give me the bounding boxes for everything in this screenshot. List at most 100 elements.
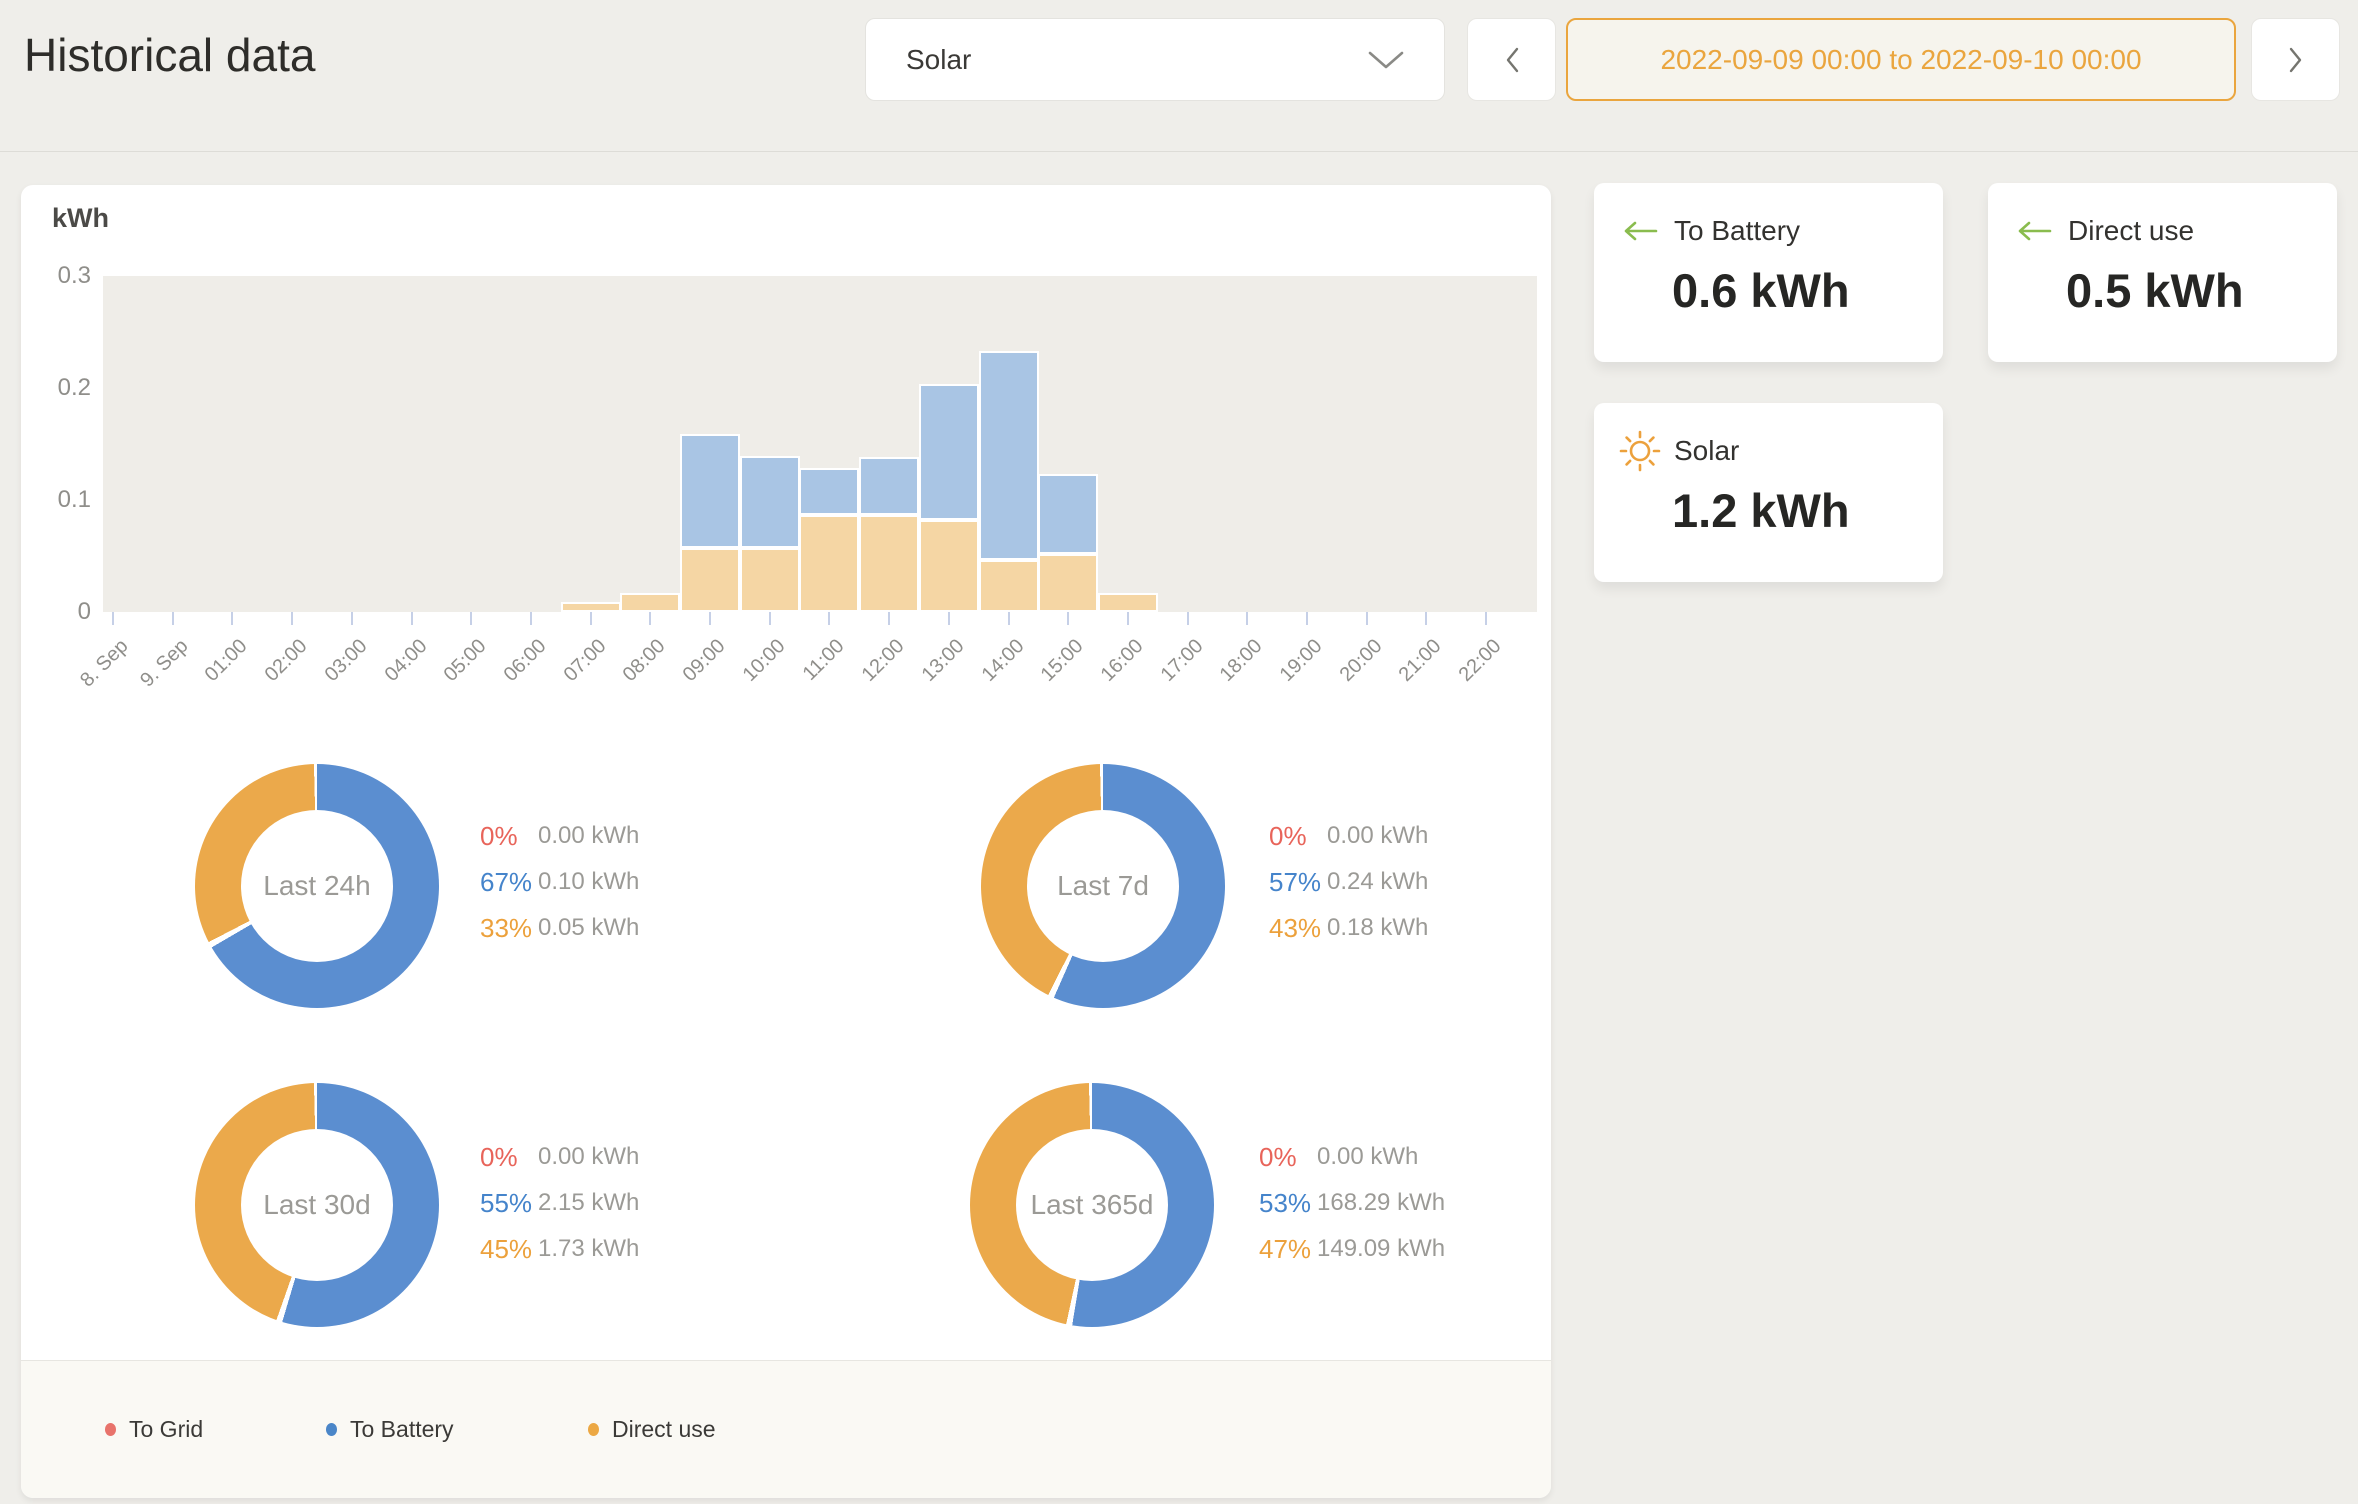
- donut-stats-last-24h: 0%0.00 kWh67%0.10 kWh33%0.05 kWh: [480, 813, 639, 951]
- bar-segment-direct-use: [620, 593, 680, 612]
- stat-row-to-battery: 57%0.24 kWh: [1269, 859, 1428, 905]
- prev-range-button[interactable]: [1467, 18, 1556, 101]
- stat-percent: 67%: [480, 867, 538, 898]
- donut-chart-last-30d: Last 30d: [195, 1083, 439, 1327]
- legend-label: Direct use: [612, 1416, 716, 1443]
- bar-segment-to-battery: [859, 457, 919, 515]
- stat-row-direct-use: 43%0.18 kWh: [1269, 905, 1428, 951]
- stat-percent: 57%: [1269, 867, 1327, 898]
- bar-segment-to-battery: [680, 434, 740, 548]
- summary-card-solar: Solar 1.2 kWh: [1594, 403, 1943, 582]
- stat-value: 0.18 kWh: [1327, 914, 1428, 942]
- x-tick: [291, 612, 293, 625]
- stat-percent: 43%: [1269, 913, 1327, 944]
- next-range-button[interactable]: [2251, 18, 2340, 101]
- stat-percent: 33%: [480, 913, 538, 944]
- bar-16:00: [1098, 593, 1158, 612]
- chevron-down-icon: [1368, 51, 1404, 69]
- x-tick: [470, 612, 472, 625]
- x-tick: [231, 612, 233, 625]
- x-tick: [590, 612, 592, 625]
- stat-value: 0.05 kWh: [538, 914, 639, 942]
- card-value: 0.5 kWh: [2066, 263, 2244, 318]
- legend-item-to-battery[interactable]: To Battery: [326, 1361, 454, 1498]
- y-axis-unit: kWh: [52, 203, 109, 234]
- arrow-left-icon: [1622, 220, 1658, 242]
- bar-segment-direct-use: [859, 515, 919, 612]
- bar-12:00: [859, 457, 919, 612]
- stat-value: 0.00 kWh: [538, 822, 639, 850]
- legend-item-direct-use[interactable]: Direct use: [588, 1361, 716, 1498]
- stat-percent: 0%: [1259, 1142, 1317, 1173]
- x-tick: [769, 612, 771, 625]
- bar-segment-direct-use: [799, 515, 859, 612]
- stat-value: 0.00 kWh: [1317, 1143, 1418, 1171]
- x-tick: [1008, 612, 1010, 625]
- chevron-right-icon: [2289, 47, 2303, 73]
- arrow-left-icon: [2016, 220, 2052, 242]
- x-tick: [1306, 612, 1308, 625]
- bar-segment-to-battery: [1038, 474, 1098, 554]
- summary-card-to-battery: To Battery0.6 kWh: [1594, 183, 1943, 362]
- legend-label: To Grid: [129, 1416, 203, 1443]
- x-tick: [1067, 612, 1069, 625]
- legend-item-to-grid[interactable]: To Grid: [105, 1361, 203, 1498]
- donut-stats-last-365d: 0%0.00 kWh53%168.29 kWh47%149.09 kWh: [1259, 1134, 1445, 1272]
- stat-row-to-grid: 0%0.00 kWh: [1259, 1134, 1445, 1180]
- bar-segment-direct-use: [979, 560, 1039, 612]
- summary-card-direct-use: Direct use0.5 kWh: [1988, 183, 2337, 362]
- stat-value: 0.24 kWh: [1327, 868, 1428, 896]
- y-tick-label: 0.3: [29, 262, 91, 290]
- x-tick: [709, 612, 711, 625]
- legend-dot: [588, 1423, 599, 1436]
- x-tick: [1246, 612, 1248, 625]
- sun-icon: [1618, 429, 1662, 473]
- bar-09:00: [680, 434, 740, 612]
- bar-13:00: [919, 384, 979, 612]
- stat-percent: 55%: [480, 1188, 538, 1219]
- stat-percent: 53%: [1259, 1188, 1317, 1219]
- legend-label: To Battery: [350, 1416, 454, 1443]
- card-label: Solar: [1674, 435, 1739, 467]
- x-tick: [888, 612, 890, 625]
- bar-15:00: [1038, 474, 1098, 612]
- legend-dot: [326, 1423, 337, 1436]
- donut-stats-last-30d: 0%0.00 kWh55%2.15 kWh45%1.73 kWh: [480, 1134, 639, 1272]
- bar-segment-direct-use: [1098, 593, 1158, 612]
- chart-legend: To Grid To Battery Direct use: [21, 1360, 1551, 1498]
- x-tick: [172, 612, 174, 625]
- chart-panel: kWh 00.10.20.3 8. Sep9. Sep01:0002:0003:…: [21, 185, 1551, 1498]
- stat-value: 0.00 kWh: [538, 1143, 639, 1171]
- bar-07:00: [561, 602, 621, 612]
- donut-chart-last-24h: Last 24h: [195, 764, 439, 1008]
- y-tick-label: 0: [29, 598, 91, 626]
- donut-center-label: Last 365d: [970, 1083, 1214, 1327]
- bar-11:00: [799, 468, 859, 612]
- stat-value: 0.10 kWh: [538, 868, 639, 896]
- top-bar: Historical data Solar 2022-09-09 00:00 t…: [0, 0, 2358, 152]
- bar-segment-direct-use: [1038, 554, 1098, 612]
- x-tick: [1127, 612, 1129, 625]
- bar-segment-to-battery: [919, 384, 979, 520]
- card-value: 1.2 kWh: [1672, 483, 1850, 538]
- bar-segment-to-battery: [740, 456, 800, 548]
- bar-segment-to-battery: [799, 468, 859, 515]
- metric-select-value: Solar: [906, 44, 971, 76]
- y-tick-label: 0.2: [29, 374, 91, 402]
- stat-row-to-grid: 0%0.00 kWh: [1269, 813, 1428, 859]
- stat-percent: 0%: [480, 1142, 538, 1173]
- donut-stats-last-7d: 0%0.00 kWh57%0.24 kWh43%0.18 kWh: [1269, 813, 1428, 951]
- stat-value: 149.09 kWh: [1317, 1235, 1445, 1263]
- legend-dot: [105, 1423, 116, 1436]
- x-tick: [948, 612, 950, 625]
- stat-row-to-battery: 55%2.15 kWh: [480, 1180, 639, 1226]
- y-tick-label: 0.1: [29, 486, 91, 514]
- donut-center-label: Last 30d: [195, 1083, 439, 1327]
- date-range-button[interactable]: 2022-09-09 00:00 to 2022-09-10 00:00: [1566, 18, 2236, 101]
- stat-row-direct-use: 47%149.09 kWh: [1259, 1226, 1445, 1272]
- x-tick: [649, 612, 651, 625]
- bar-segment-to-battery: [979, 351, 1039, 560]
- x-tick: [112, 612, 114, 625]
- metric-select[interactable]: Solar: [865, 18, 1445, 101]
- stat-value: 0.00 kWh: [1327, 822, 1428, 850]
